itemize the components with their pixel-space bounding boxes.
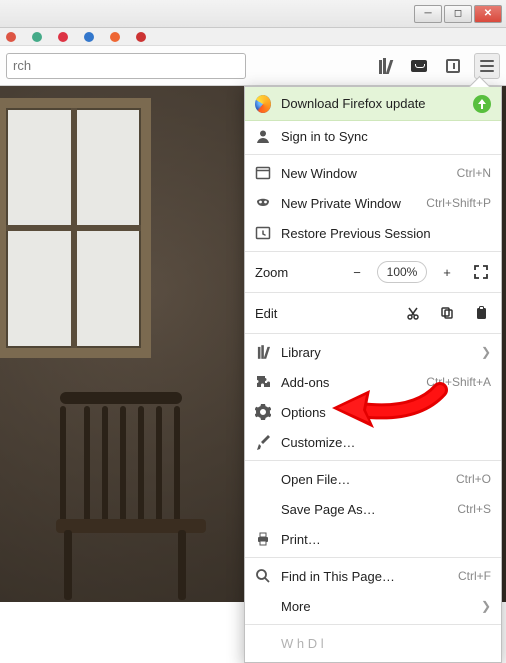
tab-favicon — [84, 32, 94, 42]
menu-label: Find in This Page… — [281, 569, 448, 584]
puzzle-icon — [255, 374, 271, 390]
menu-label: Open File… — [281, 472, 446, 487]
menu-label: New Window — [281, 166, 447, 181]
tab-favicon — [110, 32, 120, 42]
window-icon — [255, 165, 271, 181]
library-icon — [255, 344, 271, 360]
zoom-in-button[interactable]: + — [433, 259, 461, 285]
cut-button[interactable] — [399, 300, 427, 326]
copy-button[interactable] — [433, 300, 461, 326]
chevron-right-icon: ❯ — [481, 345, 491, 359]
close-button[interactable]: ✕ — [474, 5, 502, 23]
menu-item-update[interactable]: Download Firefox update — [245, 87, 501, 121]
menu-item-restore-session[interactable]: Restore Previous Session — [245, 218, 501, 248]
browser-toolbar — [0, 46, 506, 86]
menu-label: New Private Window — [281, 196, 416, 211]
search-icon — [255, 568, 271, 584]
sync-user-icon — [255, 128, 271, 144]
menu-item-addons[interactable]: Add-ons Ctrl+Shift+A — [245, 367, 501, 397]
tab-favicon — [32, 32, 42, 42]
app-menu: Download Firefox update Sign in to Sync … — [244, 86, 502, 663]
background-chair — [60, 384, 220, 594]
menu-edit-row: Edit — [245, 296, 501, 330]
pocket-icon[interactable] — [406, 53, 432, 79]
hamburger-menu-button[interactable] — [474, 53, 500, 79]
edit-label: Edit — [255, 306, 313, 321]
menu-item-library[interactable]: Library ❯ — [245, 337, 501, 367]
fullscreen-button[interactable] — [467, 259, 495, 285]
library-icon[interactable] — [372, 53, 398, 79]
menu-item-sync[interactable]: Sign in to Sync — [245, 121, 501, 151]
minimize-button[interactable]: ─ — [414, 5, 442, 23]
menu-item-cutoff: W h D l — [245, 628, 501, 658]
printer-icon — [255, 531, 271, 547]
menu-shortcut: Ctrl+Shift+A — [426, 375, 491, 389]
sidebar-icon[interactable] — [440, 53, 466, 79]
menu-item-new-window[interactable]: New Window Ctrl+N — [245, 158, 501, 188]
menu-item-save-as[interactable]: Save Page As… Ctrl+S — [245, 494, 501, 524]
zoom-level[interactable]: 100% — [377, 261, 427, 283]
maximize-button[interactable]: ◻ — [444, 5, 472, 23]
menu-label: Save Page As… — [281, 502, 447, 517]
menu-label: Options — [281, 405, 491, 420]
menu-item-print[interactable]: Print… — [245, 524, 501, 554]
menu-shortcut: Ctrl+Shift+P — [426, 196, 491, 210]
chevron-right-icon: ❯ — [481, 599, 491, 613]
zoom-label: Zoom — [255, 265, 313, 280]
tab-favicon — [6, 32, 16, 42]
menu-label: Customize… — [281, 435, 491, 450]
menu-label: More — [281, 599, 471, 614]
firefox-icon — [255, 96, 271, 112]
menu-item-new-private[interactable]: New Private Window Ctrl+Shift+P — [245, 188, 501, 218]
tab-strip — [0, 28, 506, 46]
restore-icon — [255, 225, 271, 241]
menu-item-open-file[interactable]: Open File… Ctrl+O — [245, 464, 501, 494]
menu-item-find[interactable]: Find in This Page… Ctrl+F — [245, 561, 501, 591]
menu-label: Library — [281, 345, 471, 360]
menu-label: Restore Previous Session — [281, 226, 491, 241]
blank-icon — [255, 471, 271, 487]
menu-shortcut: Ctrl+O — [456, 472, 491, 486]
menu-zoom-row: Zoom − 100% + — [245, 255, 501, 289]
search-input[interactable] — [6, 53, 246, 79]
mask-icon — [255, 195, 271, 211]
menu-label: Print… — [281, 532, 491, 547]
menu-label: Download Firefox update — [281, 96, 463, 111]
menu-label: Sign in to Sync — [281, 129, 491, 144]
zoom-out-button[interactable]: − — [343, 259, 371, 285]
gear-icon — [255, 404, 271, 420]
menu-item-options[interactable]: Options — [245, 397, 501, 427]
blank-icon — [255, 598, 271, 614]
menu-shortcut: Ctrl+N — [457, 166, 491, 180]
menu-shortcut: Ctrl+S — [457, 502, 491, 516]
blank-icon — [255, 501, 271, 517]
paintbrush-icon — [255, 434, 271, 450]
menu-item-customize[interactable]: Customize… — [245, 427, 501, 457]
background-window — [0, 98, 151, 358]
menu-label: W h D l — [281, 636, 491, 651]
tab-favicon — [136, 32, 146, 42]
menu-item-more[interactable]: More ❯ — [245, 591, 501, 621]
paste-button[interactable] — [467, 300, 495, 326]
menu-shortcut: Ctrl+F — [458, 569, 491, 583]
update-badge-icon — [473, 95, 491, 113]
window-titlebar: ─ ◻ ✕ — [0, 0, 506, 28]
tab-favicon — [58, 32, 68, 42]
menu-label: Add-ons — [281, 375, 416, 390]
